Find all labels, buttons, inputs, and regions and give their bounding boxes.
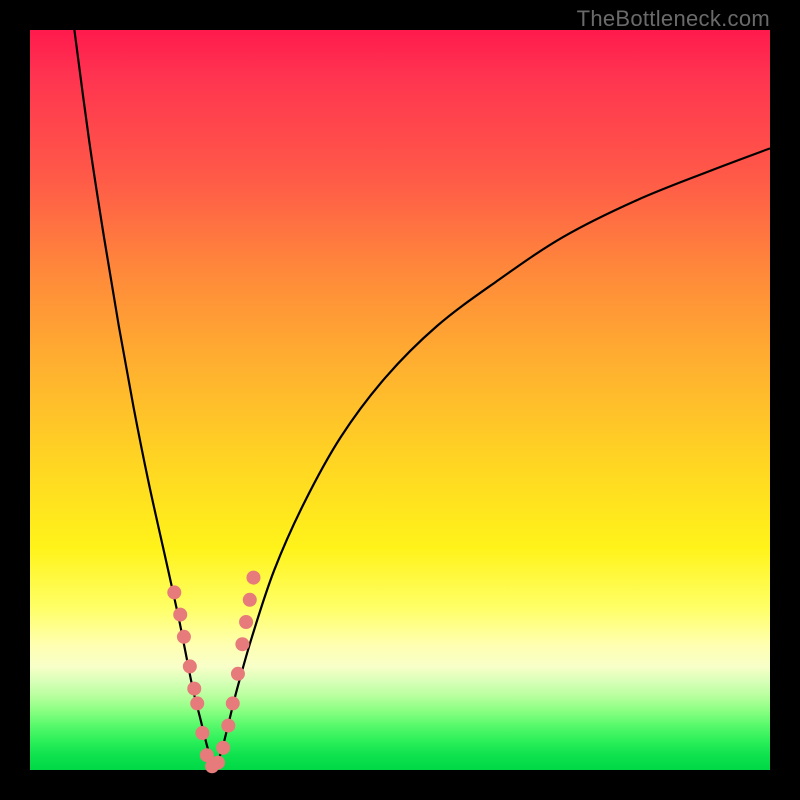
data-point (240, 616, 253, 629)
plot-area (30, 30, 770, 770)
data-point (231, 667, 244, 680)
data-point (168, 586, 181, 599)
watermark-text: TheBottleneck.com (577, 6, 770, 32)
chart-frame: TheBottleneck.com (0, 0, 800, 800)
data-point (211, 756, 224, 769)
data-point (226, 697, 239, 710)
chart-svg (30, 30, 770, 770)
data-point (247, 571, 260, 584)
curve-left-branch (74, 30, 215, 770)
data-point (188, 682, 201, 695)
data-point (222, 719, 235, 732)
data-point (191, 697, 204, 710)
curve-right-branch (215, 148, 770, 770)
data-point (217, 741, 230, 754)
data-point (183, 660, 196, 673)
data-point-markers (168, 571, 260, 773)
data-point (196, 727, 209, 740)
data-point (243, 593, 256, 606)
data-point (177, 630, 190, 643)
data-point (236, 638, 249, 651)
data-point (174, 608, 187, 621)
